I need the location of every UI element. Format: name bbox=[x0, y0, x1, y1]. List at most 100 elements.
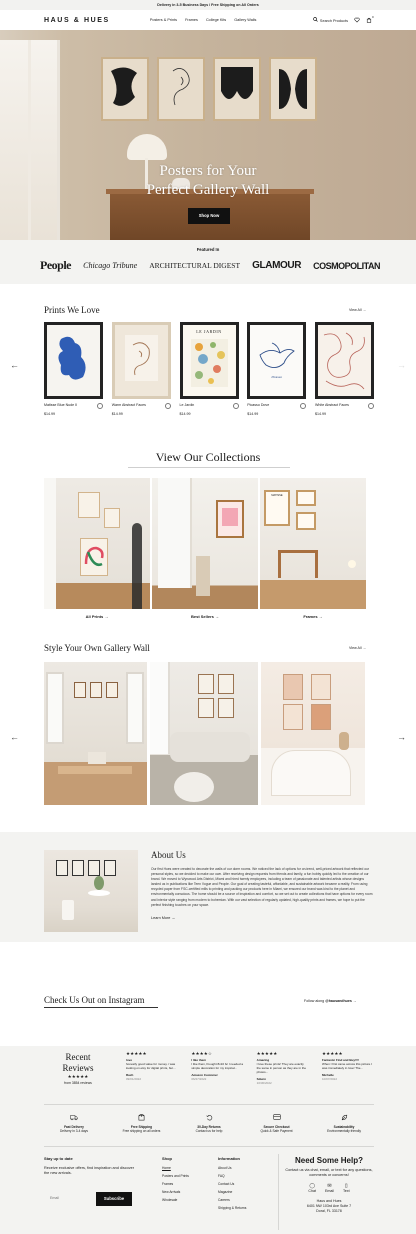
review-card[interactable]: ★★★★★ love honestly good value for money… bbox=[126, 1051, 178, 1085]
heart-icon[interactable] bbox=[354, 17, 360, 23]
collection-image[interactable] bbox=[152, 478, 258, 609]
help-title: Need Some Help? bbox=[294, 1156, 363, 1165]
collection-card-best-sellers[interactable]: Best Sellers → bbox=[152, 478, 258, 619]
press-logos: People Chicago Tribune ARCHITECTURAL DIG… bbox=[40, 258, 380, 273]
review-card[interactable]: ★★★★★ Amazing I love these prints! They … bbox=[257, 1051, 309, 1085]
gallery-wall-section-title: Style Your Own Gallery Wall bbox=[44, 643, 150, 653]
search-button[interactable]: Search Products bbox=[313, 17, 348, 23]
returns-icon bbox=[179, 1114, 239, 1123]
cart-icon[interactable]: 0 bbox=[366, 15, 374, 23]
about-section: About Us Our first Hues were created to … bbox=[0, 832, 416, 942]
product-card[interactable]: Matisse Blue Nude II $14.99 bbox=[44, 322, 103, 416]
featured-in-bar: Featured In People Chicago Tribune ARCHI… bbox=[0, 240, 416, 284]
collection-label[interactable]: Best Sellers → bbox=[152, 614, 258, 619]
collection-label[interactable]: Frames → bbox=[260, 614, 366, 619]
prints-prev-arrow-icon[interactable]: ← bbox=[10, 360, 19, 370]
product-name[interactable]: Warm Abstract Faces bbox=[112, 403, 146, 409]
footer-link-frames[interactable]: Frames bbox=[162, 1181, 189, 1189]
nav-college-kits[interactable]: College Kits bbox=[206, 18, 226, 22]
site-logo[interactable]: HAUS & HUES bbox=[44, 17, 110, 24]
product-card[interactable]: Warm Abstract Faces $14.99 bbox=[111, 322, 171, 416]
hero-lamp bbox=[127, 134, 167, 160]
collection-image[interactable] bbox=[44, 478, 150, 609]
wishlist-heart-icon[interactable] bbox=[97, 403, 103, 409]
nav-gallery-walls[interactable]: Gallery Walls bbox=[234, 18, 256, 22]
chat-option[interactable]: ◯ Chat bbox=[308, 1183, 316, 1193]
product-card[interactable]: White Abstract Faces $14.99 bbox=[315, 322, 374, 416]
help-block: Need Some Help? Contact us via chat, ema… bbox=[284, 1156, 374, 1213]
product-image[interactable] bbox=[44, 322, 103, 399]
product-image[interactable] bbox=[111, 322, 171, 399]
gallery-wall-carousel bbox=[44, 662, 376, 805]
gallery-wall-image[interactable] bbox=[44, 662, 147, 805]
product-image[interactable]: LE JARDIN bbox=[179, 322, 239, 399]
reviews-summary: Recent Reviews ★★★★★ from 3854 reviews bbox=[56, 1052, 100, 1085]
reviews-summary-title: Recent Reviews bbox=[62, 1052, 94, 1073]
product-price: $14.99 bbox=[179, 412, 191, 416]
matisse-poster-text: MATISSE bbox=[271, 494, 283, 497]
gallery-wall-image[interactable] bbox=[150, 662, 258, 805]
product-image[interactable] bbox=[315, 322, 374, 399]
subscribe-button[interactable]: Subscribe bbox=[96, 1192, 132, 1206]
hero-headline: Posters for Your Perfect Gallery Wall bbox=[146, 163, 270, 198]
featured-label: Featured In bbox=[196, 247, 220, 252]
footer-link-posters[interactable]: Posters and Prints bbox=[162, 1173, 189, 1181]
footer-link-contact[interactable]: Contact Us bbox=[218, 1181, 246, 1189]
nav-frames[interactable]: Frames bbox=[185, 18, 198, 22]
gallery-wall-image[interactable] bbox=[261, 662, 365, 805]
picasso-signature-text: Picasso bbox=[271, 375, 282, 379]
wishlist-heart-icon[interactable] bbox=[300, 403, 307, 409]
company-address: Haus and Hues 6401 NW 103rd Ave Suite 7 … bbox=[306, 1199, 352, 1213]
footer-link-shipping[interactable]: Shipping & Returns bbox=[218, 1205, 246, 1213]
collection-card-frames[interactable]: MATISSE Frames → bbox=[260, 478, 366, 619]
text-option[interactable]: ▯ Text bbox=[343, 1183, 350, 1193]
collection-label[interactable]: All Prints → bbox=[44, 614, 150, 619]
footer-link-careers[interactable]: Careers bbox=[218, 1197, 246, 1205]
product-price: $14.99 bbox=[44, 412, 55, 416]
card-icon bbox=[247, 1114, 307, 1123]
email-option[interactable]: ✉ Email bbox=[325, 1183, 334, 1193]
product-card[interactable]: LE JARDIN Le Jardin $14.99 bbox=[179, 322, 239, 416]
product-name[interactable]: Le Jardin bbox=[180, 403, 195, 409]
review-card[interactable]: ★★★★★ Fantastic Find and Buy!!!! When I … bbox=[322, 1051, 374, 1085]
shop-now-button[interactable]: Shop Now bbox=[188, 208, 230, 224]
review-card[interactable]: ★★★★☆ I like them I like them,I bought 8… bbox=[191, 1051, 243, 1085]
footer-shop-links: Shop Home Posters and Prints Frames New … bbox=[162, 1156, 189, 1205]
product-image[interactable]: Picasso bbox=[247, 322, 307, 399]
footer-link-about[interactable]: About Us bbox=[218, 1165, 246, 1173]
gallery-next-arrow-icon[interactable]: → bbox=[397, 732, 406, 742]
product-card[interactable]: Picasso Picasso Dove $14.99 bbox=[247, 322, 307, 416]
newsletter-email-input[interactable] bbox=[44, 1191, 94, 1205]
footer-link-new-arrivals[interactable]: New Arrivals bbox=[162, 1189, 189, 1197]
search-label: Search Products bbox=[319, 19, 348, 23]
product-name[interactable]: Picasso Dove bbox=[247, 403, 269, 409]
product-name[interactable]: Matisse Blue Nude II bbox=[44, 403, 77, 409]
collection-image[interactable]: MATISSE bbox=[260, 478, 366, 609]
gallery-wall-view-all-link[interactable]: View All → bbox=[349, 646, 366, 650]
chicago-tribune-logo: Chicago Tribune bbox=[83, 261, 138, 270]
newsletter-block: Stay up to date Receive exclusive offers… bbox=[44, 1156, 140, 1176]
wishlist-heart-icon[interactable] bbox=[164, 403, 171, 409]
perk-free-shipping: Free Shipping Free shipping on all order… bbox=[112, 1114, 172, 1133]
footer-link-magazine[interactable]: Magazine bbox=[218, 1189, 246, 1197]
nav-posters-prints[interactable]: Posters & Prints bbox=[150, 18, 177, 22]
prints-next-arrow-icon[interactable]: → bbox=[397, 360, 406, 370]
hero-art-frame-2 bbox=[157, 57, 205, 121]
prints-view-all-link[interactable]: View All → bbox=[349, 308, 366, 312]
instagram-follow-link[interactable]: Follow along @hausandhues → bbox=[304, 999, 356, 1003]
wishlist-heart-icon[interactable] bbox=[232, 403, 239, 409]
about-title: About Us bbox=[151, 850, 186, 860]
collections-section-title: View Our Collections bbox=[155, 450, 261, 464]
footer-link-wholesale[interactable]: Wholesale bbox=[162, 1197, 189, 1205]
collection-card-all-prints[interactable]: All Prints → bbox=[44, 478, 150, 619]
product-name[interactable]: White Abstract Faces bbox=[315, 403, 349, 409]
about-learn-more-link[interactable]: Learn More → bbox=[151, 916, 175, 920]
footer-link-home[interactable]: Home bbox=[162, 1165, 189, 1173]
leaf-icon bbox=[314, 1114, 374, 1123]
main-nav: Posters & Prints Frames College Kits Gal… bbox=[150, 18, 257, 22]
perk-secure-checkout: Secure Checkout Quick & Safe Payment bbox=[247, 1114, 307, 1133]
wishlist-heart-icon[interactable] bbox=[368, 403, 374, 409]
footer-link-faq[interactable]: FAQ bbox=[218, 1173, 246, 1181]
gallery-prev-arrow-icon[interactable]: ← bbox=[10, 732, 19, 742]
perk-fast-delivery: Fast Delivery Delivery in 3-4 days bbox=[44, 1114, 104, 1133]
